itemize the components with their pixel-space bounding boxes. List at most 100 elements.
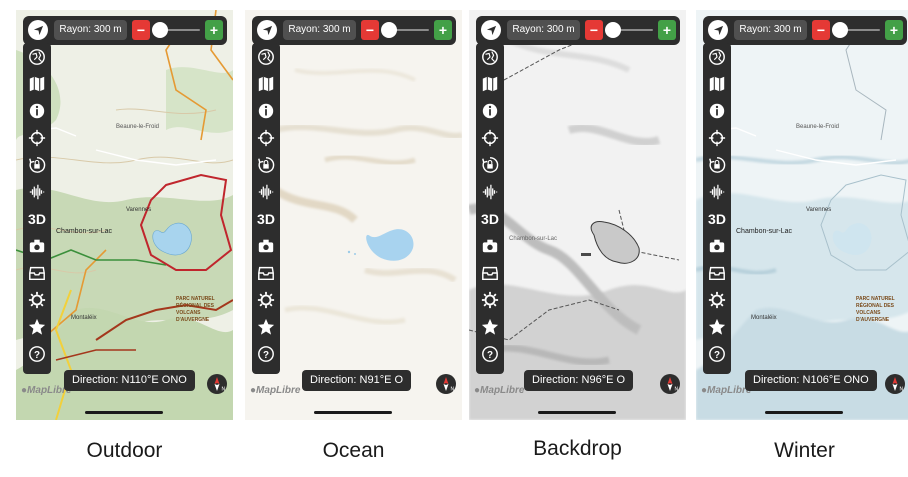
3d-toggle[interactable]: 3D [480,208,500,229]
maplibre-attribution[interactable]: ●MapLibre [250,385,301,396]
info-icon[interactable] [480,100,500,121]
rotation-lock-icon[interactable] [480,154,500,175]
help-icon[interactable]: ? [256,343,276,364]
info-icon[interactable] [256,100,276,121]
gear-icon[interactable] [27,289,47,310]
tool-sidebar: 3D ? [252,43,280,374]
home-indicator [538,411,616,414]
radius-slider[interactable] [605,22,653,38]
radius-slider[interactable] [152,22,200,38]
caption-outdoor: Outdoor [86,439,163,462]
camera-icon[interactable] [27,235,47,256]
increase-radius-button[interactable]: + [434,20,452,40]
map-icon[interactable] [256,73,276,94]
home-indicator [314,411,392,414]
map-icon[interactable] [480,73,500,94]
svg-text:?: ? [487,350,493,361]
radius-label: Rayon: 300 m [734,20,807,40]
info-icon[interactable] [27,100,47,121]
globe-icon[interactable] [256,46,276,67]
caption-ocean: Ocean [322,439,385,462]
compass-icon[interactable]: N [436,374,456,394]
home-indicator [85,411,163,414]
gear-icon[interactable] [480,289,500,310]
compass-icon[interactable]: N [207,374,227,394]
archive-tray-icon[interactable] [256,262,276,283]
decrease-radius-button[interactable]: − [812,20,830,40]
slider-knob[interactable] [832,22,848,38]
slider-knob[interactable] [605,22,621,38]
3d-toggle[interactable]: 3D [27,208,47,229]
audio-wave-icon[interactable] [480,181,500,202]
slider-knob[interactable] [152,22,168,38]
navigation-arrow-icon [262,25,272,35]
locate-button[interactable] [28,20,48,40]
rotation-lock-icon[interactable] [27,154,47,175]
radius-slider[interactable] [832,22,880,38]
compass-icon[interactable]: N [660,374,680,394]
help-icon[interactable]: ? [480,343,500,364]
caption-winter: Winter [774,439,835,462]
slider-knob[interactable] [381,22,397,38]
gear-icon[interactable] [256,289,276,310]
svg-text:N: N [675,387,679,393]
decrease-radius-button[interactable]: − [361,20,379,40]
increase-radius-button[interactable]: + [885,20,903,40]
increase-radius-button[interactable]: + [205,20,223,40]
map-icon[interactable] [707,73,727,94]
help-icon[interactable]: ? [27,343,47,364]
star-icon[interactable] [707,316,727,337]
panel-controls-backdrop: Rayon: 300 m − + 3D ? ●MapLibre Directio… [469,10,686,420]
panel-controls-ocean: Rayon: 300 m − + 3D ? ●MapLibre Directio… [245,10,462,420]
audio-wave-icon[interactable] [256,181,276,202]
locate-button[interactable] [257,20,277,40]
map-icon[interactable] [27,73,47,94]
crosshair-icon[interactable] [480,127,500,148]
camera-icon[interactable] [480,235,500,256]
globe-icon[interactable] [27,46,47,67]
rotation-lock-icon[interactable] [707,154,727,175]
crosshair-icon[interactable] [707,127,727,148]
navigation-arrow-icon [713,25,723,35]
svg-text:N: N [900,387,904,393]
top-toolbar: Rayon: 300 m − + [703,16,907,45]
tool-sidebar: 3D ? [476,43,504,374]
audio-wave-icon[interactable] [27,181,47,202]
camera-icon[interactable] [256,235,276,256]
svg-text:N: N [222,387,226,393]
crosshair-icon[interactable] [256,127,276,148]
gear-icon[interactable] [707,289,727,310]
globe-icon[interactable] [707,46,727,67]
3d-toggle[interactable]: 3D [707,208,727,229]
maplibre-attribution[interactable]: ●MapLibre [701,385,752,396]
tool-sidebar: 3D ? [703,43,731,374]
radius-slider[interactable] [381,22,429,38]
locate-button[interactable] [481,20,501,40]
radius-label: Rayon: 300 m [54,20,127,40]
direction-readout: Direction: N91°E O [302,370,412,391]
archive-tray-icon[interactable] [707,262,727,283]
star-icon[interactable] [480,316,500,337]
svg-text:?: ? [263,350,269,361]
rotation-lock-icon[interactable] [256,154,276,175]
info-icon[interactable] [707,100,727,121]
star-icon[interactable] [256,316,276,337]
top-toolbar: Rayon: 300 m − + [252,16,456,45]
3d-toggle[interactable]: 3D [256,208,276,229]
crosshair-icon[interactable] [27,127,47,148]
maplibre-attribution[interactable]: ●MapLibre [474,385,525,396]
decrease-radius-button[interactable]: − [132,20,150,40]
archive-tray-icon[interactable] [27,262,47,283]
increase-radius-button[interactable]: + [658,20,676,40]
archive-tray-icon[interactable] [480,262,500,283]
radius-label: Rayon: 300 m [507,20,580,40]
globe-icon[interactable] [480,46,500,67]
caption-backdrop: Backdrop [533,437,622,460]
star-icon[interactable] [27,316,47,337]
compass-icon[interactable]: N [885,374,905,394]
audio-wave-icon[interactable] [707,181,727,202]
locate-button[interactable] [708,20,728,40]
camera-icon[interactable] [707,235,727,256]
decrease-radius-button[interactable]: − [585,20,603,40]
help-icon[interactable]: ? [707,343,727,364]
